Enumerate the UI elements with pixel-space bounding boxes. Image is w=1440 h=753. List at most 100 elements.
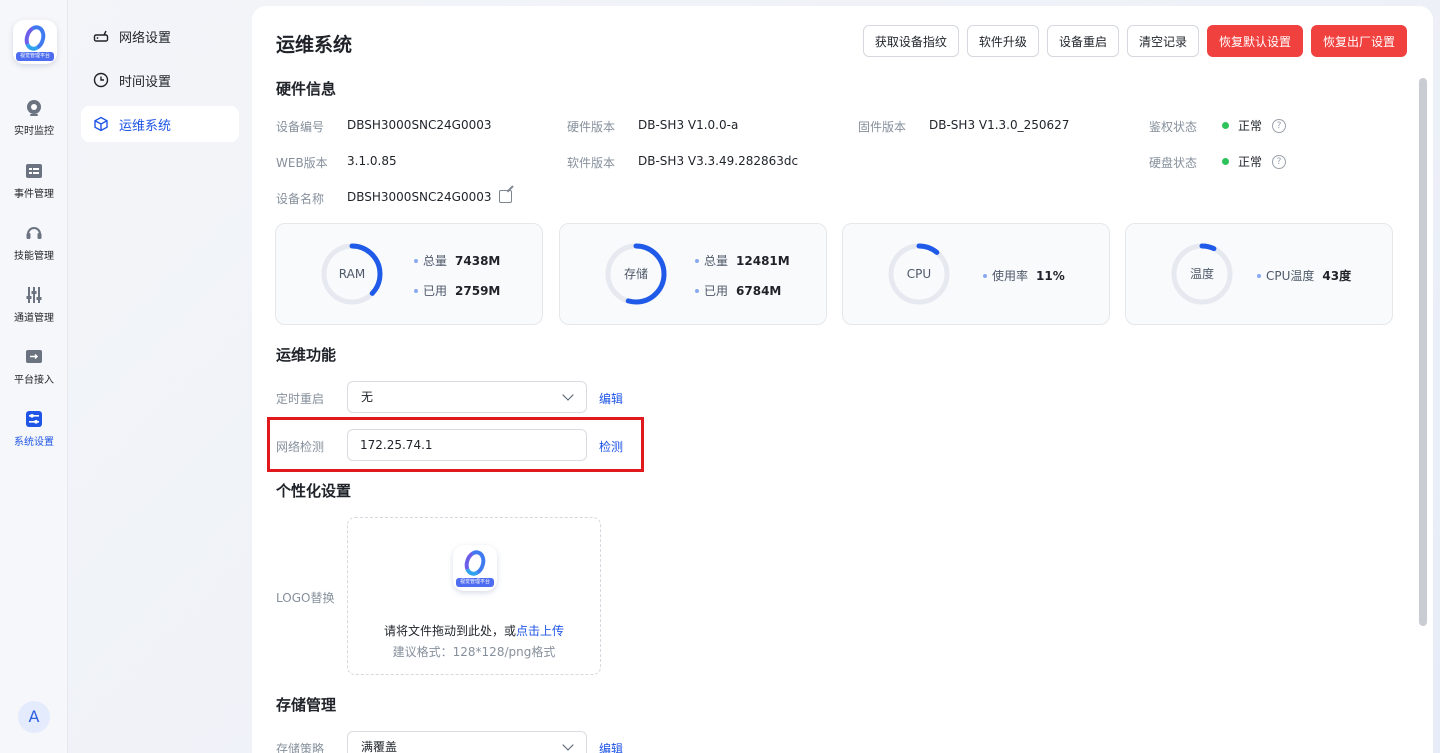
logo-ring-icon (461, 547, 489, 579)
bullet-dot-icon (414, 258, 418, 263)
device-name-value: DBSH3000SNC24G0003 (347, 190, 492, 204)
disk-status: 正常 ? (1222, 153, 1287, 170)
hw-version-label: 硬件版本 (567, 120, 616, 134)
submenu-item-label: 网络设置 (119, 30, 172, 46)
network-check-button[interactable]: 检测 (599, 438, 623, 455)
system-settings-submenu: 网络设置 时间设置 运维系统 (69, 0, 250, 753)
temperature-card: 温度 CPU温度 43度 (1125, 223, 1393, 325)
submenu-item-ops-system[interactable]: 运维系统 (81, 106, 239, 142)
logo-upload-dropzone[interactable]: 视觉管理平台 请将文件拖动到此处，或点击上传 建议格式：128*128/png格… (347, 517, 601, 675)
platform-access-icon (24, 347, 44, 367)
scheduled-reboot-select[interactable]: 无 (347, 381, 587, 413)
submenu-item-network-settings[interactable]: 网络设置 (81, 18, 239, 54)
hw-version-value: DB-SH3 V1.0.0-a (638, 118, 739, 132)
rail-item-event-management[interactable]: 事件管理 (0, 161, 68, 213)
headset-icon (24, 223, 44, 243)
rail-item-realtime-monitor[interactable]: 实时监控 (0, 98, 68, 150)
help-icon[interactable]: ? (1272, 118, 1287, 133)
fw-version-label: 固件版本 (858, 120, 907, 134)
rail-item-channel-management[interactable]: 通道管理 (0, 285, 68, 337)
storage-card: 存储 总量 12481M 已用 6784M (559, 223, 827, 325)
web-version-value: 3.1.0.85 (347, 154, 397, 168)
icon-rail: 视觉管理平台 实时监控 事件管理 技能管理 通道管理 平台接入 系统设置 A (0, 0, 68, 753)
factory-reset-button[interactable]: 恢复出厂设置 (1310, 25, 1407, 57)
rail-item-label: 技能管理 (14, 251, 54, 262)
bullet-dot-icon (983, 273, 987, 278)
cpu-usage: 使用率 11% (983, 267, 1065, 284)
submenu-item-label: 运维系统 (119, 118, 172, 134)
get-device-fingerprint-button[interactable]: 获取设备指纹 (862, 25, 959, 57)
ram-used-value: 2759M (455, 283, 501, 298)
cpu-card: CPU 使用率 11% (842, 223, 1110, 325)
avatar[interactable]: A (18, 701, 50, 733)
clock-icon (93, 72, 109, 88)
bullet-dot-icon (1257, 273, 1261, 278)
page-title: 运维系统 (276, 34, 353, 56)
rail-item-label: 系统设置 (14, 437, 54, 448)
main-panel: 运维系统 获取设备指纹 软件升级 设备重启 清空记录 恢复默认设置 恢复出厂设置… (252, 6, 1433, 753)
ops-functions-title: 运维功能 (276, 346, 337, 364)
ram-total: 总量 7438M (414, 252, 500, 269)
upload-instructions: 请将文件拖动到此处，或点击上传 (348, 622, 600, 639)
clear-records-button[interactable]: 清空记录 (1126, 25, 1199, 57)
chevron-down-icon (562, 739, 574, 751)
sw-version-value: DB-SH3 V3.3.49.282863dc (638, 154, 799, 168)
cpu-temp-label: CPU温度 (1266, 269, 1315, 283)
ram-total-value: 7438M (455, 253, 501, 268)
storage-gauge-label: 存储 (623, 267, 648, 281)
software-upgrade-button[interactable]: 软件升级 (966, 25, 1039, 57)
ram-card: RAM 总量 7438M 已用 2759M (275, 223, 543, 325)
disk-status-label: 硬盘状态 (1149, 156, 1198, 170)
cpu-temp-value: 43度 (1322, 269, 1352, 283)
cpu-gauge-label: CPU (906, 267, 932, 281)
scheduled-reboot-label: 定时重启 (276, 392, 325, 406)
status-dot-icon (1222, 158, 1229, 165)
personalization-title: 个性化设置 (276, 482, 352, 500)
app-logo[interactable]: 视觉管理平台 (13, 20, 57, 64)
device-name-label: 设备名称 (276, 192, 325, 206)
fw-version-value: DB-SH3 V1.3.0_250627 (929, 118, 1070, 132)
rail-item-platform-access[interactable]: 平台接入 (0, 347, 68, 399)
submenu-item-time-settings[interactable]: 时间设置 (81, 62, 239, 98)
network-check-input[interactable] (347, 429, 587, 461)
rail-item-skill-management[interactable]: 技能管理 (0, 223, 68, 275)
status-dot-icon (1222, 122, 1229, 129)
click-upload-link[interactable]: 点击上传 (516, 624, 564, 638)
ram-used: 已用 2759M (414, 282, 500, 299)
rail-item-label: 通道管理 (14, 313, 54, 324)
cpu-usage-label: 使用率 (992, 269, 1029, 283)
scheduled-reboot-edit-link[interactable]: 编辑 (599, 390, 623, 407)
ram-total-label: 总量 (423, 254, 448, 268)
sliders-icon (24, 285, 44, 305)
device-reboot-button[interactable]: 设备重启 (1046, 25, 1119, 57)
logo-preview: 视觉管理平台 (453, 545, 497, 591)
cpu-usage-value: 11% (1036, 268, 1065, 283)
system-settings-icon (24, 409, 44, 429)
ram-gauge-label: RAM (338, 267, 366, 281)
rail-item-label: 平台接入 (14, 375, 54, 386)
bullet-dot-icon (695, 288, 699, 293)
event-list-icon (24, 161, 44, 181)
storage-used: 已用 6784M (695, 282, 781, 299)
router-icon (93, 28, 109, 44)
auth-status: 正常 ? (1222, 117, 1287, 134)
web-version-label: WEB版本 (276, 156, 328, 170)
rail-item-system-settings[interactable]: 系统设置 (0, 409, 68, 461)
storage-used-value: 6784M (736, 283, 782, 298)
restore-default-settings-button[interactable]: 恢复默认设置 (1206, 25, 1303, 57)
storage-policy-select[interactable]: 满覆盖 (347, 731, 587, 753)
logo-caption: 视觉管理平台 (16, 52, 54, 61)
edit-device-name-icon[interactable] (499, 190, 512, 203)
disk-status-value: 正常 (1238, 155, 1263, 169)
help-icon[interactable]: ? (1272, 154, 1287, 169)
storage-total-label: 总量 (704, 254, 729, 268)
device-no-label: 设备编号 (276, 120, 325, 134)
cube-icon (93, 116, 109, 132)
camera-icon (24, 98, 44, 118)
storage-policy-edit-link[interactable]: 编辑 (599, 740, 623, 753)
submenu-item-label: 时间设置 (119, 74, 172, 90)
hardware-info-title: 硬件信息 (276, 80, 337, 98)
scrollbar-thumb[interactable] (1419, 78, 1427, 626)
vertical-scrollbar[interactable] (1418, 70, 1428, 753)
network-check-label: 网络检测 (276, 440, 325, 454)
